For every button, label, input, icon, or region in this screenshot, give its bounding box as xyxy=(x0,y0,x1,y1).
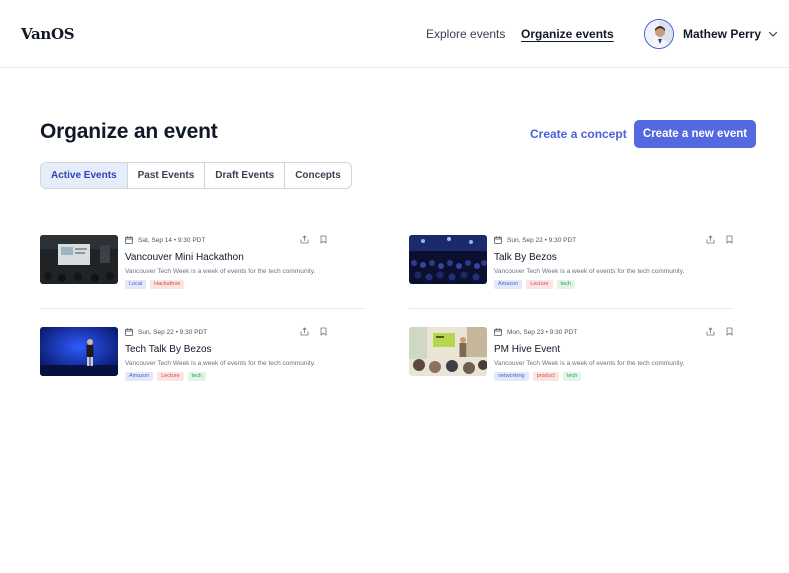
tab-past-events[interactable]: Past Events xyxy=(128,163,206,188)
tag: tech xyxy=(556,280,575,289)
event-description: Vancouver Tech Week is a week of events … xyxy=(494,268,685,275)
nav-explore-events[interactable]: Explore events xyxy=(426,27,505,41)
event-tags: Amazon Lecture tech xyxy=(494,280,575,289)
event-date-text: Sun, Sep 22 • 9:30 PDT xyxy=(138,328,208,336)
tag: product xyxy=(532,372,559,381)
event-date-text: Sun, Sep 22 • 9:30 PDT xyxy=(507,236,577,244)
event-thumbnail[interactable] xyxy=(409,235,487,284)
calendar-icon xyxy=(494,236,502,244)
tag: Hackathon xyxy=(150,280,185,289)
user-menu[interactable]: Mathew Perry xyxy=(644,19,779,49)
event-date-text: Sat, Sep 14 • 9:30 PDT xyxy=(138,236,206,244)
event-date: Sat, Sep 14 • 9:30 PDT xyxy=(125,236,205,244)
event-title[interactable]: Vancouver Mini Hackathon xyxy=(125,252,244,263)
event-description: Vancouver Tech Week is a week of events … xyxy=(125,360,316,367)
tag: Amazon xyxy=(494,280,523,289)
bookmark-icon[interactable] xyxy=(725,327,734,336)
bookmark-icon[interactable] xyxy=(319,235,328,244)
tag: Lecture xyxy=(157,372,184,381)
bookmark-icon[interactable] xyxy=(319,327,328,336)
event-card[interactable]: Sat, Sep 14 • 9:30 PDT Vancouver Mini Ha… xyxy=(40,235,365,297)
event-date: Mon, Sep 23 • 9:30 PDT xyxy=(494,328,577,336)
event-tags: networking product tech xyxy=(494,372,582,381)
page-title: Organize an event xyxy=(40,120,218,143)
app-logo[interactable]: VanOS xyxy=(21,25,75,43)
nav-organize-events[interactable]: Organize events xyxy=(521,27,614,41)
event-date: Sun, Sep 22 • 9:30 PDT xyxy=(494,236,576,244)
event-description: Vancouver Tech Week is a week of events … xyxy=(125,268,316,275)
create-new-event-button[interactable]: Create a new event xyxy=(634,120,756,148)
share-icon[interactable] xyxy=(300,327,309,336)
tag: Local xyxy=(125,280,147,289)
event-tabs: Active Events Past Events Draft Events C… xyxy=(40,162,352,189)
tag: networking xyxy=(494,372,529,381)
tab-concepts[interactable]: Concepts xyxy=(285,163,351,188)
share-icon[interactable] xyxy=(706,327,715,336)
tag: Amazon xyxy=(125,372,154,381)
tab-draft-events[interactable]: Draft Events xyxy=(205,163,286,188)
event-card[interactable]: Sun, Sep 22 • 9:30 PDT Talk By Bezos Van… xyxy=(409,235,734,297)
tag: Lecture xyxy=(526,280,553,289)
event-date-text: Mon, Sep 23 • 9:30 PDT xyxy=(507,328,578,336)
event-actions xyxy=(300,327,328,336)
event-card[interactable]: Mon, Sep 23 • 9:30 PDT PM Hive Event Van… xyxy=(409,327,734,389)
event-thumbnail[interactable] xyxy=(409,327,487,376)
bookmark-icon[interactable] xyxy=(725,235,734,244)
event-date: Sun, Sep 22 • 9:30 PDT xyxy=(125,328,207,336)
event-tags: Local Hackathon xyxy=(125,280,185,289)
event-card[interactable]: Sun, Sep 22 • 9:30 PDT Tech Talk By Bezo… xyxy=(40,327,365,389)
tab-active-events[interactable]: Active Events xyxy=(41,163,128,188)
user-name: Mathew Perry xyxy=(683,27,762,41)
event-actions xyxy=(706,235,734,244)
create-concept-link[interactable]: Create a concept xyxy=(530,127,627,141)
event-title[interactable]: Talk By Bezos xyxy=(494,252,557,263)
event-title[interactable]: PM Hive Event xyxy=(494,344,560,355)
event-description: Vancouver Tech Week is a week of events … xyxy=(494,360,685,367)
event-actions xyxy=(300,235,328,244)
tag: tech xyxy=(562,372,582,381)
event-tags: Amazon Lecture tech xyxy=(125,372,206,381)
event-thumbnail[interactable] xyxy=(40,235,118,284)
row-divider xyxy=(409,308,733,309)
event-thumbnail[interactable] xyxy=(40,327,118,376)
chevron-down-icon[interactable] xyxy=(767,28,779,40)
calendar-icon xyxy=(494,328,502,336)
event-title[interactable]: Tech Talk By Bezos xyxy=(125,344,212,355)
event-actions xyxy=(706,327,734,336)
calendar-icon xyxy=(125,328,133,336)
share-icon[interactable] xyxy=(300,235,309,244)
row-divider xyxy=(40,308,365,309)
top-nav-bar: VanOS Explore events Organize events Mat… xyxy=(0,0,789,68)
tag: tech xyxy=(187,372,206,381)
calendar-icon xyxy=(125,236,133,244)
avatar[interactable] xyxy=(644,19,674,49)
share-icon[interactable] xyxy=(706,235,715,244)
